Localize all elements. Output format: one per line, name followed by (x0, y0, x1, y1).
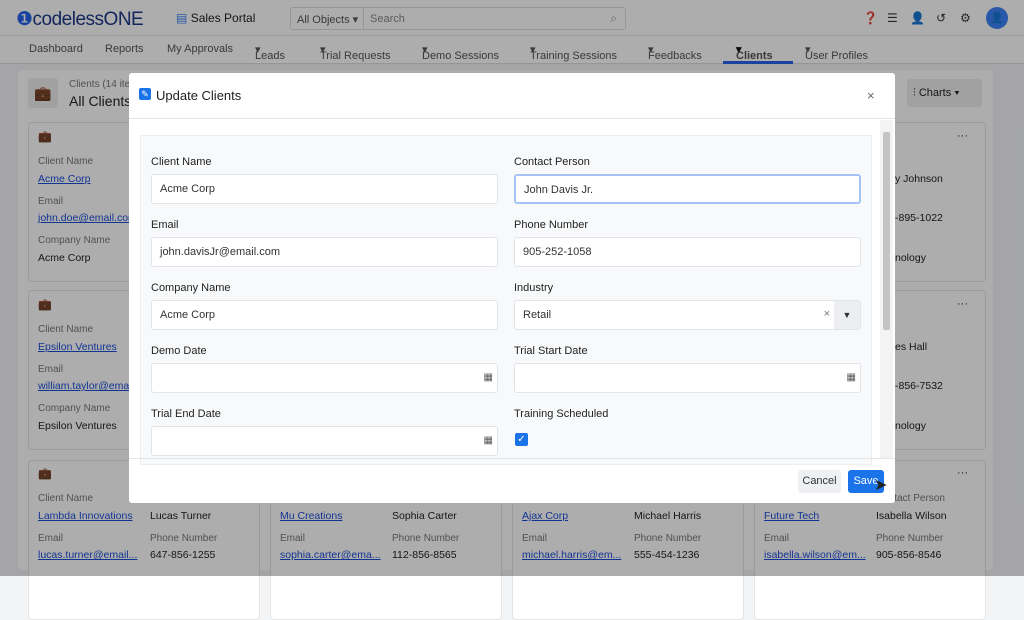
client-name-input[interactable]: Acme Corp (151, 174, 498, 204)
edit-icon: ✎ (139, 88, 151, 100)
divider (129, 458, 895, 459)
industry-select[interactable]: Retail × ▼ (514, 300, 861, 330)
cancel-button[interactable]: Cancel (798, 470, 841, 493)
demo-date-input[interactable]: ▦ (151, 363, 498, 393)
calendar-icon[interactable]: ▦ (484, 372, 493, 383)
email-label: Email (151, 219, 179, 231)
calendar-icon[interactable]: ▦ (484, 435, 493, 446)
mouse-cursor-icon: ➤ (874, 477, 888, 494)
contact-person-label: Contact Person (514, 156, 590, 168)
phone-input[interactable]: 905-252-1058 (514, 237, 861, 267)
form-panel: Client Name Acme Corp Contact Person Joh… (140, 135, 872, 465)
contact-person-input[interactable]: John Davis Jr. (514, 174, 861, 204)
training-checkbox[interactable]: ✓ (515, 433, 528, 446)
trial-start-label: Trial Start Date (514, 345, 588, 357)
calendar-icon[interactable]: ▦ (847, 372, 856, 383)
industry-value: Retail (523, 309, 552, 321)
modal-title: Update Clients (156, 88, 242, 103)
company-input[interactable]: Acme Corp (151, 300, 498, 330)
industry-label: Industry (514, 282, 554, 294)
update-clients-modal: ✎ Update Clients × Client Name Acme Corp… (129, 73, 895, 503)
company-label: Company Name (151, 282, 231, 294)
email-input[interactable]: john.davisJr@email.com (151, 237, 498, 267)
scrollbar[interactable] (880, 120, 893, 458)
clear-icon[interactable]: × (824, 308, 830, 320)
divider (129, 118, 895, 119)
close-icon[interactable]: × (867, 88, 875, 103)
trial-end-input[interactable]: ▦ (151, 426, 498, 456)
trial-end-label: Trial End Date (151, 408, 221, 420)
client-name-label: Client Name (151, 156, 212, 168)
scrollbar-thumb[interactable] (883, 132, 890, 330)
trial-start-input[interactable]: ▦ (514, 363, 861, 393)
chevron-down-icon[interactable]: ▼ (834, 301, 860, 329)
phone-label: Phone Number (514, 219, 588, 231)
training-label: Training Scheduled (514, 408, 609, 420)
demo-date-label: Demo Date (151, 345, 207, 357)
